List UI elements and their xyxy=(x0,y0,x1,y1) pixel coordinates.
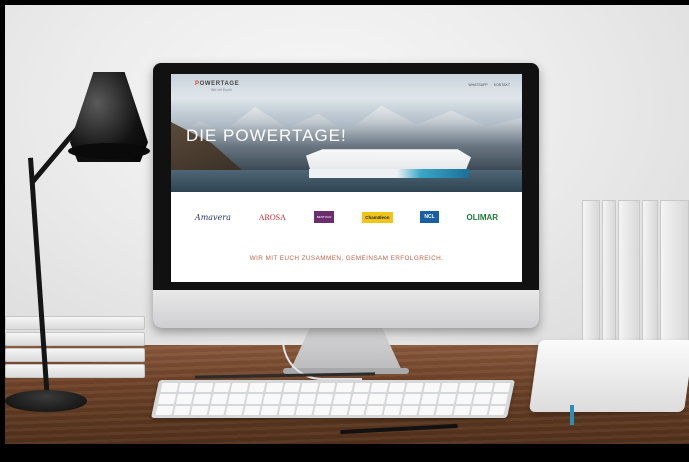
hero-banner: POWERTAGE Wir mit Euch! WHATSAPP KONTAKT… xyxy=(171,74,522,192)
desk-photo: POWERTAGE Wir mit Euch! WHATSAPP KONTAKT… xyxy=(0,0,689,462)
brand-name: OWERTAGE xyxy=(199,81,240,87)
partner-logos: Amavera AROSA BENTOUR Chamäleon NCL OLIM… xyxy=(171,202,522,232)
site-nav: WHATSAPP KONTAKT xyxy=(468,83,510,87)
cruise-ship-hull xyxy=(309,169,469,178)
logo-bentour[interactable]: BENTOUR xyxy=(313,211,335,223)
site-tagline: Wir mit Euch! xyxy=(211,88,232,92)
nav-whatsapp[interactable]: WHATSAPP xyxy=(468,83,487,87)
book-row xyxy=(582,200,689,350)
lamp-rim xyxy=(68,143,150,159)
logo-chamaeleon[interactable]: Chamäleon xyxy=(362,211,393,223)
book-stack xyxy=(5,316,145,378)
border-left xyxy=(0,0,5,462)
nav-kontakt[interactable]: KONTAKT xyxy=(494,83,510,87)
border-top xyxy=(0,0,689,5)
logo-ncl[interactable]: NCL xyxy=(420,211,439,223)
hero-title: DIE POWERTAGE! xyxy=(186,126,347,145)
site-motto: WIR MIT EUCH ZUSAMMEN, GEMEINSAM ERFOLGR… xyxy=(249,255,444,262)
border-bottom xyxy=(0,444,689,462)
site-logo[interactable]: POWERTAGE xyxy=(195,81,239,87)
logo-olimar[interactable]: OLIMAR xyxy=(467,213,499,222)
notebook xyxy=(528,340,689,412)
logo-amavera[interactable]: Amavera xyxy=(195,213,231,222)
keyboard xyxy=(150,380,516,418)
bookmark-ribbon xyxy=(570,405,574,425)
monitor-chin xyxy=(153,290,539,328)
lamp-base xyxy=(5,390,87,412)
logo-arosa[interactable]: AROSA xyxy=(259,213,286,222)
website-screen: POWERTAGE Wir mit Euch! WHATSAPP KONTAKT… xyxy=(171,74,522,282)
